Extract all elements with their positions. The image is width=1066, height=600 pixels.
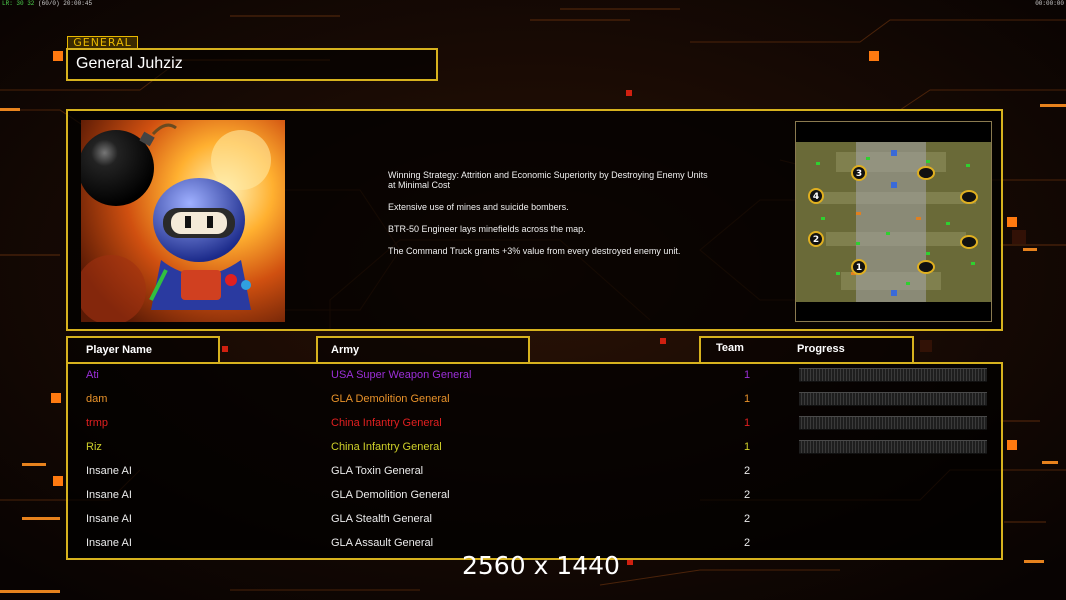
general-info-panel: Winning Strategy: Attrition and Economic… (66, 109, 1003, 331)
start-position-1: 1 (851, 259, 867, 275)
fps-value: LR: 30 32 (2, 0, 35, 7)
loading-progress-bar (799, 416, 987, 430)
start-label: 1 (856, 263, 862, 273)
player-name: Ati (86, 369, 99, 381)
header-army: Army (316, 336, 530, 364)
player-row: trmp China Infantry General 1 (68, 412, 1001, 436)
player-team: 2 (744, 537, 751, 549)
player-army: China Infantry General (331, 417, 442, 429)
general-name-box: General Juhziz (66, 48, 438, 81)
general-portrait (81, 120, 285, 322)
player-row: Riz China Infantry General 1 (68, 436, 1001, 460)
player-name: Insane AI (86, 489, 132, 501)
player-army: GLA Toxin General (331, 465, 424, 477)
player-row: Ati USA Super Weapon General 1 (68, 364, 1001, 388)
player-army: USA Super Weapon General (331, 369, 472, 381)
player-row: Insane AI GLA Toxin General 2 (68, 460, 1001, 484)
general-name: General Juhziz (76, 55, 183, 72)
player-name: dam (86, 393, 108, 405)
bomber-portrait-image (81, 120, 285, 322)
map-preview: 3 4 2 1 (795, 121, 992, 322)
player-list: Ati USA Super Weapon General 1 dam GLA D… (66, 362, 1003, 560)
start-label: 4 (813, 192, 819, 202)
player-army: GLA Demolition General (331, 393, 450, 405)
player-army: China Infantry General (331, 441, 442, 453)
player-name: Insane AI (86, 513, 132, 525)
start-position-3: 3 (851, 165, 867, 181)
start-position-4: 4 (808, 188, 824, 204)
player-row: dam GLA Demolition General 1 (68, 388, 1001, 412)
header-player-name: Player Name (66, 336, 220, 364)
player-army: GLA Demolition General (331, 489, 450, 501)
player-team: 1 (744, 417, 751, 429)
map-preview-image: 3 4 2 1 (796, 122, 991, 321)
player-team: 1 (744, 393, 751, 405)
strategy-line: Winning Strategy: Attrition and Economic… (388, 170, 708, 190)
player-name: trmp (86, 417, 108, 429)
start-label: 2 (813, 235, 819, 245)
player-team: 1 (744, 369, 751, 381)
fps-extra: (60/0) (38, 0, 60, 7)
clock-left: 20:00:45 (63, 0, 93, 7)
start-position-2: 2 (808, 231, 824, 247)
player-team: 2 (744, 465, 751, 477)
loading-progress-bar (799, 440, 987, 454)
player-army: GLA Stealth General (331, 513, 432, 525)
strategy-line: Extensive use of mines and suicide bombe… (388, 202, 569, 212)
fps-counter: LR: 30 32 (60/0) 20:00:45 (2, 0, 92, 7)
player-row: Insane AI GLA Stealth General 2 (68, 508, 1001, 532)
header-progress-label: Progress (797, 343, 845, 355)
header-team-progress: Team Progress (699, 336, 914, 364)
header-player-label: Player Name (86, 344, 153, 356)
loading-progress-bar (799, 392, 987, 406)
player-team: 2 (744, 489, 751, 501)
strategy-description: Winning Strategy: Attrition and Economic… (388, 170, 708, 268)
header-army-label: Army (331, 344, 360, 356)
resolution-label: 2560 x 1440 (462, 551, 620, 580)
player-army: GLA Assault General (331, 537, 434, 549)
header-team-label: Team (716, 342, 744, 354)
clock-right: 00:00:00 (1035, 0, 1064, 7)
strategy-line: BTR-50 Engineer lays minefields across t… (388, 224, 586, 234)
player-team: 2 (744, 513, 751, 525)
player-team: 1 (744, 441, 751, 453)
player-name: Insane AI (86, 465, 132, 477)
start-label: 3 (856, 169, 862, 179)
player-name: Riz (86, 441, 102, 453)
strategy-line: The Command Truck grants +3% value from … (388, 246, 681, 256)
player-name: Insane AI (86, 537, 132, 549)
loading-progress-bar (799, 368, 987, 382)
player-row: Insane AI GLA Demolition General 2 (68, 484, 1001, 508)
